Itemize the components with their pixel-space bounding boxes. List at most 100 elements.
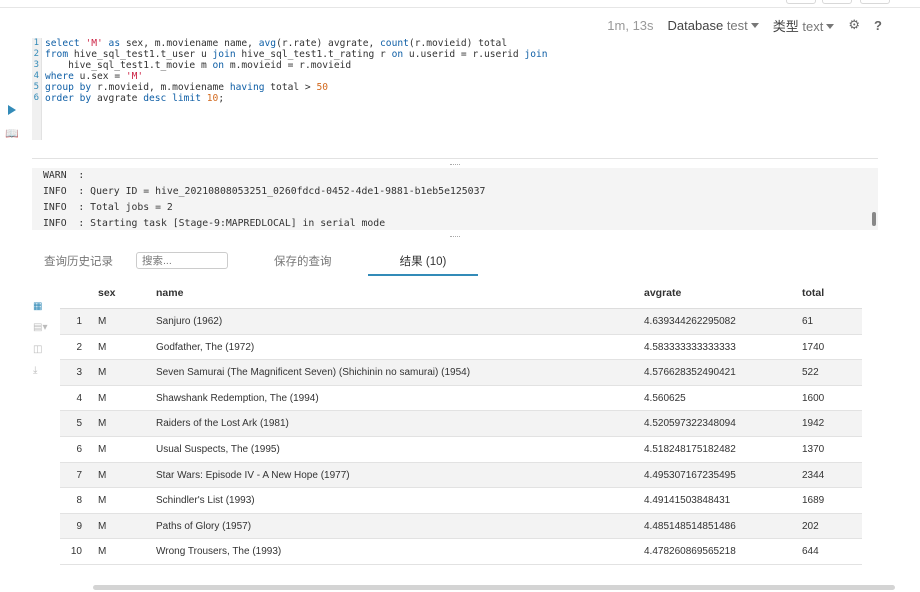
line-number-gutter: 1 2 3 4 5 6	[32, 38, 42, 140]
cell-idx: 1	[76, 316, 82, 327]
cell-total: 522	[802, 367, 819, 379]
cell-avgrate: 4.485148514851486	[644, 520, 736, 532]
table-row[interactable]: 8 M Schindler's List (1993) 4.4914150384843…	[60, 488, 862, 514]
sql-editor[interactable]: 1 2 3 4 5 6 select 'M' as sex, m.moviena…	[32, 38, 878, 140]
cell-sex: M	[98, 367, 107, 379]
cell-total: 2344	[802, 469, 825, 481]
cell-idx: 10	[70, 546, 82, 558]
elapsed-time: 1m, 13s	[607, 17, 654, 33]
top-border	[0, 0, 920, 8]
cell-sex: M	[98, 392, 107, 404]
cell-total: 1600	[802, 392, 825, 404]
cell-avgrate: 4.518248175182482	[644, 443, 736, 455]
top-button-stub[interactable]	[822, 0, 852, 4]
table-row[interactable]: 3 M Seven Samurai (The Magnificent Seven) …	[60, 360, 862, 386]
column-header-sex[interactable]: sex	[98, 287, 116, 299]
tab-saved-queries[interactable]: 保存的查询	[274, 253, 332, 269]
cell-name: Raiders of the Lost Ark (1981)	[156, 418, 289, 430]
database-label: Database	[667, 17, 724, 33]
sql-code[interactable]: select 'M' as sex, m.moviename name, avg…	[45, 38, 548, 104]
type-value: text	[802, 18, 824, 34]
cell-avgrate: 4.560625	[644, 392, 686, 404]
bottom-tabs: 查询历史记录 保存的查询 结果 (10)	[44, 249, 884, 277]
cell-idx: 8	[76, 495, 82, 507]
table-row[interactable]: 5 M Raiders of the Lost Ark (1981) 4.520597…	[60, 411, 862, 437]
question-icon[interactable]: ?	[874, 18, 882, 33]
code-line-1: select 'M' as sex, m.moviename name, avg…	[45, 38, 508, 49]
tab-query-history[interactable]: 查询历史记录	[44, 253, 113, 269]
cell-total: 61	[802, 316, 814, 327]
log-line: INFO : Total jobs = 2	[43, 202, 173, 213]
chevron-down-icon	[826, 23, 835, 29]
table-row[interactable]: 6 M Usual Suspects, The (1995) 4.5182481751…	[60, 437, 862, 463]
cell-idx: 3	[76, 367, 82, 379]
results-table: sex name avgrate total 1 M Sanjuro (1962) 4…	[60, 282, 862, 565]
table-header: sex name avgrate total	[60, 282, 862, 309]
editor-toolbar: 1m, 13s Database test 类型 text ⚙ ?	[607, 16, 882, 34]
cell-idx: 5	[76, 418, 82, 430]
database-dropdown[interactable]: test	[727, 18, 759, 33]
cell-name: Godfather, The (1972)	[156, 341, 255, 353]
cell-avgrate: 4.520597322348094	[644, 418, 736, 430]
line-number: 6	[33, 93, 39, 103]
cell-name: Shawshank Redemption, The (1994)	[156, 392, 319, 404]
cell-avgrate: 4.639344262295082	[644, 316, 736, 327]
line-number: 3	[33, 60, 39, 70]
column-header-avgrate[interactable]: avgrate	[644, 287, 681, 299]
column-header-total[interactable]: total	[802, 287, 824, 299]
table-row[interactable]: 1 M Sanjuro (1962) 4.639344262295082 61	[60, 309, 862, 335]
log-line: WARN :	[43, 170, 85, 181]
cell-sex: M	[98, 418, 107, 430]
play-icon[interactable]	[8, 105, 16, 115]
grid-view-icon[interactable]: ▦	[33, 301, 42, 312]
line-number: 1	[33, 38, 39, 48]
cell-name: Seven Samurai (The Magnificent Seven) (S…	[156, 367, 471, 379]
cell-total: 202	[802, 520, 819, 532]
columns-icon[interactable]: ◫	[33, 344, 42, 355]
table-row[interactable]: 2 M Godfather, The (1972) 4.583333333333333…	[60, 335, 862, 361]
top-button-stub[interactable]	[860, 0, 890, 4]
type-label: 类型	[772, 18, 799, 34]
download-icon[interactable]: ⤓	[33, 365, 37, 376]
table-row[interactable]: 10 M Wrong Trousers, The (1993) 4.478260869…	[60, 539, 862, 565]
cell-name: Usual Suspects, The (1995)	[156, 443, 280, 455]
book-icon[interactable]: 📖	[5, 127, 19, 140]
horizontal-scrollbar[interactable]	[93, 585, 895, 590]
log-scrollbar[interactable]	[872, 212, 876, 226]
top-button-stub[interactable]	[786, 0, 816, 4]
tab-results-label: 结果 (10)	[399, 256, 447, 268]
cell-name: Wrong Trousers, The (1993)	[156, 546, 282, 558]
cell-total: 644	[802, 546, 819, 558]
cell-total: 1740	[802, 341, 825, 353]
cell-avgrate: 4.49141503848431	[644, 495, 731, 507]
cell-name: Sanjuro (1962)	[156, 316, 223, 327]
cell-avgrate: 4.576628352490421	[644, 367, 736, 379]
gear-icon[interactable]: ⚙	[848, 17, 860, 33]
cell-sex: M	[98, 443, 107, 455]
resize-handle[interactable]	[450, 236, 460, 238]
line-number: 2	[33, 49, 39, 59]
cell-name: Star Wars: Episode IV - A New Hope (1977…	[156, 469, 350, 481]
search-input[interactable]	[136, 252, 228, 269]
column-header-name[interactable]: name	[156, 287, 183, 299]
cell-sex: M	[98, 495, 107, 507]
table-row[interactable]: 4 M Shawshank Redemption, The (1994) 4.5606…	[60, 386, 862, 412]
log-line: INFO : Starting task [Stage-9:MAPREDLOCA…	[43, 218, 386, 229]
tab-results[interactable]: 结果 (10)	[368, 249, 478, 276]
cell-sex: M	[98, 316, 107, 327]
cell-total: 1942	[802, 418, 825, 430]
cell-idx: 9	[76, 520, 82, 532]
database-selector[interactable]: Database test	[668, 18, 759, 33]
resize-handle[interactable]	[450, 164, 460, 166]
cell-avgrate: 4.478260869565218	[644, 546, 736, 558]
chart-view-icon[interactable]: ▤▾	[33, 322, 47, 333]
type-selector[interactable]: 类型 text	[773, 16, 835, 35]
table-row[interactable]: 7 M Star Wars: Episode IV - A New Hope (19…	[60, 462, 862, 489]
editor-divider	[32, 158, 878, 159]
cell-total: 1689	[802, 495, 825, 507]
code-line-5: group by r.movieid, m.moviename having t…	[45, 82, 329, 93]
table-row[interactable]: 9 M Paths of Glory (1957) 4.485148514851486…	[60, 513, 862, 540]
type-dropdown[interactable]: text	[802, 18, 835, 34]
cell-idx: 2	[76, 341, 82, 353]
chevron-down-icon	[750, 22, 759, 28]
